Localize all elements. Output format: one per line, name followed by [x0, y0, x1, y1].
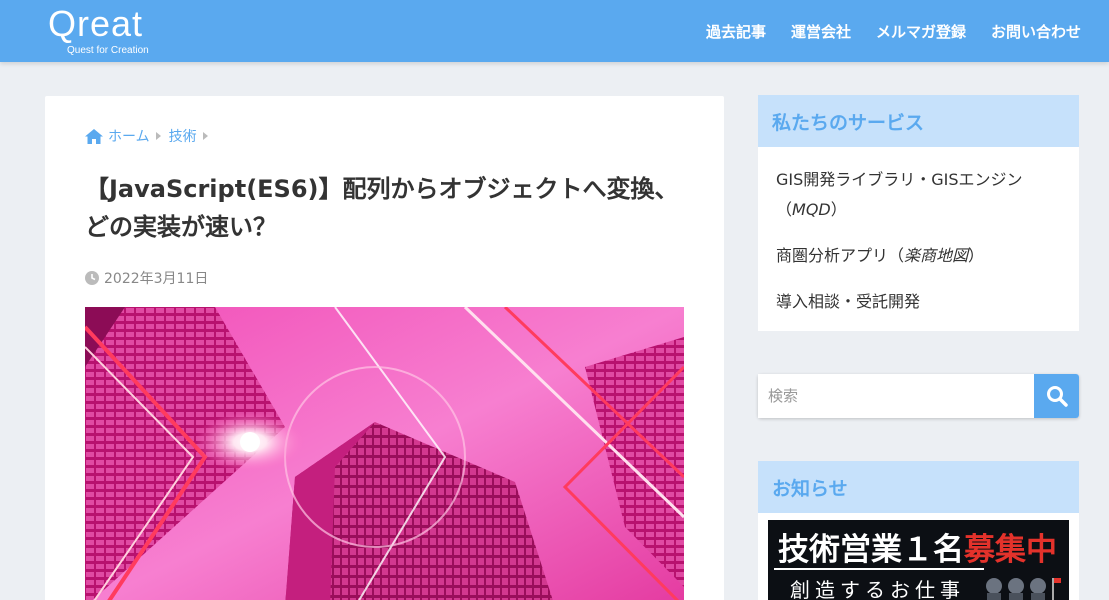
service-link-gis-engine[interactable]: GIS開発ライブラリ・GISエンジン（MQD） — [776, 165, 1061, 225]
service-link-text: ） — [968, 246, 985, 265]
banner-headline: 技術営業１名募集中 — [778, 524, 1057, 569]
breadcrumb-home-label: ホーム — [108, 129, 150, 145]
breadcrumb-separator-icon — [202, 132, 208, 140]
nav-item-contact[interactable]: お問い合わせ — [991, 21, 1081, 42]
search-icon — [1046, 386, 1068, 407]
recruit-banner[interactable]: 技術営業１名募集中 創造するお仕事 — [768, 520, 1069, 600]
service-link-text: ） — [830, 200, 847, 219]
logo-tagline: Quest for Creation — [67, 45, 149, 56]
clock-icon — [85, 271, 99, 285]
article-card: ホーム 技術 【JavaScript(ES6)】配列からオブジェクトへ変換、どの… — [45, 96, 724, 600]
service-link-area-analysis[interactable]: 商圏分析アプリ（楽商地図） — [776, 241, 1061, 271]
home-icon — [85, 128, 103, 144]
service-link-consulting[interactable]: 導入相談・受託開発 — [776, 287, 1061, 317]
global-nav: 過去記事 運営会社 メルマガ登録 お問い合わせ — [681, 0, 1081, 62]
breadcrumb-home[interactable]: ホーム — [85, 126, 150, 146]
post-date: 2022年3月11日 — [85, 268, 208, 288]
city-buildings-neon-image — [85, 307, 684, 600]
search-form — [758, 374, 1079, 418]
breadcrumb: ホーム 技術 — [85, 126, 216, 146]
service-product-name: 楽商地図 — [904, 246, 969, 265]
search-input[interactable] — [758, 374, 1034, 418]
logo-wordmark: Qreat — [48, 3, 144, 44]
services-list: GIS開発ライブラリ・GISエンジン（MQD） 商圏分析アプリ（楽商地図） 導入… — [758, 147, 1079, 317]
service-link-text: 導入相談・受託開発 — [776, 292, 921, 311]
service-link-text: 商圏分析アプリ（ — [776, 246, 905, 265]
search-button[interactable] — [1034, 374, 1079, 418]
banner-subline: 創造するお仕事 — [790, 578, 965, 600]
post-date-text: 2022年3月11日 — [104, 271, 209, 287]
news-heading: お知らせ — [758, 461, 1079, 513]
banner-headline-white: 技術営業１名 — [778, 532, 964, 568]
breadcrumb-separator-icon — [155, 132, 161, 140]
site-header: Qreat Quest for Creation 過去記事 運営会社 メルマガ登… — [0, 0, 1109, 62]
nav-item-company[interactable]: 運営会社 — [791, 21, 851, 42]
site-logo[interactable]: Qreat Quest for Creation — [48, 4, 178, 58]
nav-item-archive[interactable]: 過去記事 — [706, 21, 766, 42]
news-widget: お知らせ 技術営業１名募集中 創造するお仕事 — [758, 461, 1079, 600]
services-widget: 私たちのサービス GIS開発ライブラリ・GISエンジン（MQD） 商圏分析アプリ… — [758, 95, 1079, 331]
banner-headline-red: 募集中 — [964, 532, 1057, 568]
service-product-name: MQD — [792, 200, 831, 219]
services-heading: 私たちのサービス — [758, 95, 1079, 147]
astronaut-group-icon — [986, 578, 1061, 600]
breadcrumb-category[interactable]: 技術 — [169, 126, 197, 146]
banner-divider — [774, 568, 984, 570]
nav-item-newsletter[interactable]: メルマガ登録 — [876, 21, 966, 42]
article-title: 【JavaScript(ES6)】配列からオブジェクトへ変換、どの実装が速い？ — [85, 175, 679, 241]
